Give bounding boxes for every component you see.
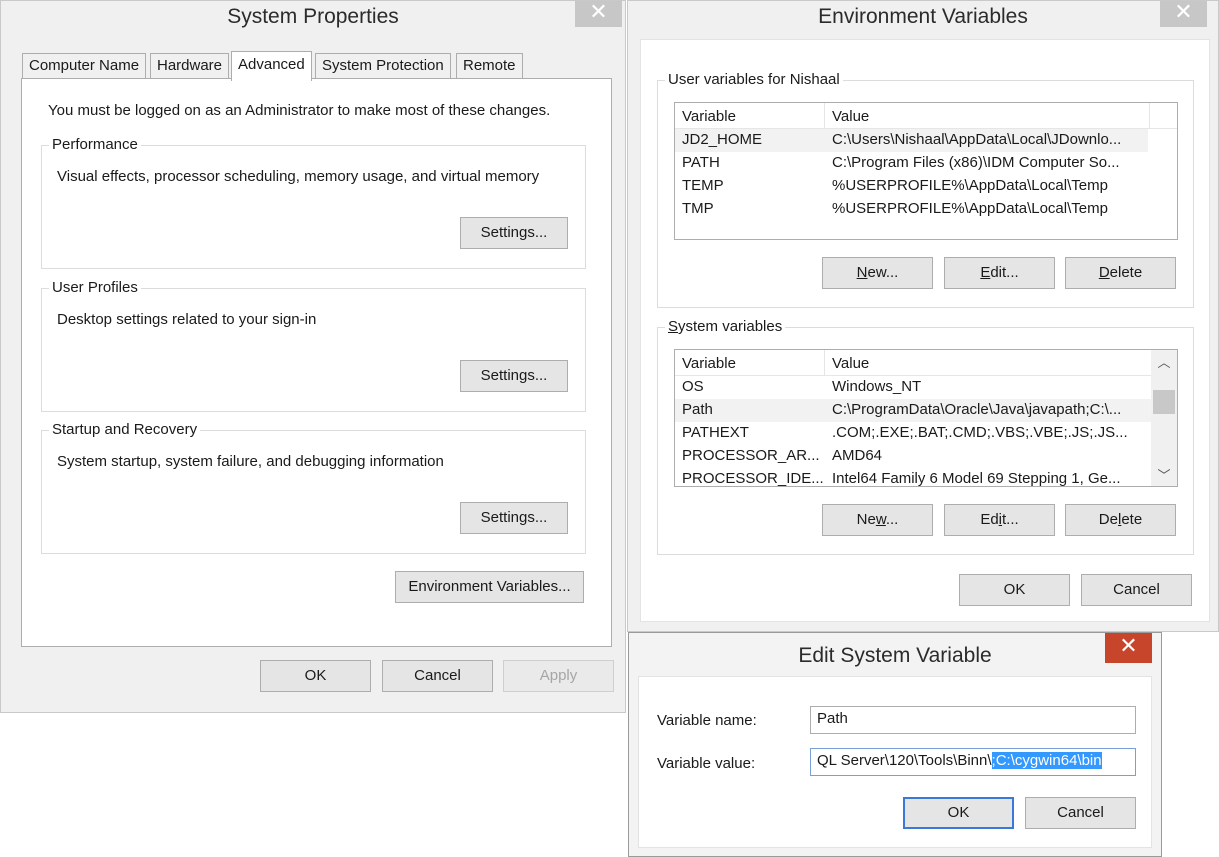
system-col-variable[interactable]: Variable — [682, 355, 736, 372]
performance-settings-button[interactable]: Settings... — [460, 217, 568, 249]
user-variables-label: User variables for Nishaal — [665, 71, 843, 88]
system-var-value: .COM;.EXE;.BAT;.CMD;.VBS;.VBE;.JS;.JS... — [832, 424, 1128, 441]
tab-advanced[interactable]: Advanced — [231, 51, 312, 81]
user-col-variable[interactable]: Variable — [682, 108, 736, 125]
tab-hardware[interactable]: Hardware — [150, 53, 230, 79]
user-variables-group: User variables for Nishaal Variable Valu… — [657, 71, 1194, 308]
system-var-name: PATHEXT — [682, 424, 749, 441]
variable-value-field[interactable]: QL Server\120\Tools\Binn\;C:\cygwin64\bi… — [810, 748, 1136, 776]
system-properties-window: System Properties ✕ Computer Name Hardwa… — [0, 0, 626, 713]
system-var-name: PROCESSOR_AR... — [682, 447, 820, 464]
user-variables-list[interactable]: Variable Value JD2_HOME C:\Users\Nishaal… — [674, 102, 1178, 240]
user-new-button[interactable]: New... — [822, 257, 933, 289]
variable-value-text: QL Server\120\Tools\Binn\ — [817, 752, 992, 769]
edit-system-variable-title: Edit System Variable — [798, 644, 992, 667]
startup-recovery-group: Startup and Recovery System startup, sys… — [41, 421, 586, 554]
edit-system-variable-window: Edit System Variable ✕ Variable name: Pa… — [628, 632, 1162, 857]
user-var-value: C:\Users\Nishaal\AppData\Local\JDownlo..… — [832, 131, 1122, 148]
system-delete-button[interactable]: Delete — [1065, 504, 1176, 536]
system-properties-ok-button[interactable]: OK — [260, 660, 371, 692]
system-variables-group: System variables Variable Value OS Windo… — [657, 318, 1194, 555]
system-var-value: Windows_NT — [832, 378, 922, 395]
user-var-row[interactable]: TMP %USERPROFILE%\AppData\Local\Temp — [675, 198, 1177, 221]
system-var-row[interactable]: PATHEXT .COM;.EXE;.BAT;.CMD;.VBS;.VBE;.J… — [675, 422, 1151, 445]
scroll-up-icon[interactable]: ︿ — [1151, 352, 1177, 371]
environment-variables-close-button[interactable]: ✕ — [1160, 1, 1207, 27]
variable-name-field[interactable]: Path — [810, 706, 1136, 734]
startup-recovery-label: Startup and Recovery — [49, 421, 201, 438]
system-variables-scrollbar[interactable]: ︿ ﹀ — [1151, 350, 1177, 486]
system-variables-label: System variables — [665, 318, 786, 335]
system-var-name: OS — [682, 378, 704, 395]
system-var-row-selected[interactable]: Path C:\ProgramData\Oracle\Java\javapath… — [675, 399, 1151, 422]
user-var-name: TEMP — [682, 177, 724, 194]
tab-system-protection[interactable]: System Protection — [315, 53, 451, 79]
user-var-value: C:\Program Files (x86)\IDM Computer So..… — [832, 154, 1120, 171]
user-var-row[interactable]: PATH C:\Program Files (x86)\IDM Computer… — [675, 152, 1177, 175]
edit-system-variable-close-button[interactable]: ✕ — [1105, 633, 1152, 663]
environment-variables-ok-button[interactable]: OK — [959, 574, 1070, 606]
environment-variables-body: User variables for Nishaal Variable Valu… — [640, 39, 1210, 622]
system-var-value: Intel64 Family 6 Model 69 Stepping 1, Ge… — [832, 470, 1121, 487]
edit-system-variable-body: Variable name: Path Variable value: QL S… — [638, 676, 1152, 848]
scrollbar-thumb[interactable] — [1153, 390, 1175, 414]
system-variables-list[interactable]: Variable Value OS Windows_NT Path C:\Pro… — [674, 349, 1178, 487]
environment-variables-cancel-button[interactable]: Cancel — [1081, 574, 1192, 606]
tab-computer-name[interactable]: Computer Name — [22, 53, 147, 79]
user-profiles-description: Desktop settings related to your sign-in — [57, 311, 317, 328]
user-edit-button[interactable]: Edit... — [944, 257, 1055, 289]
user-var-name: TMP — [682, 200, 714, 217]
system-variables-header: Variable Value — [675, 350, 1151, 376]
user-profiles-settings-button[interactable]: Settings... — [460, 360, 568, 392]
user-var-row[interactable]: JD2_HOME C:\Users\Nishaal\AppData\Local\… — [675, 129, 1148, 152]
system-var-name: PROCESSOR_IDE... — [682, 470, 824, 487]
system-edit-button[interactable]: Edit... — [944, 504, 1055, 536]
system-properties-apply-button[interactable]: Apply — [503, 660, 614, 692]
environment-variables-title: Environment Variables — [818, 5, 1028, 28]
environment-variables-button[interactable]: Environment Variables... — [395, 571, 584, 603]
admin-notice: You must be logged on as an Administrato… — [48, 102, 551, 119]
system-new-button[interactable]: New... — [822, 504, 933, 536]
performance-label: Performance — [49, 136, 141, 153]
user-profiles-group: User Profiles Desktop settings related t… — [41, 279, 586, 412]
user-var-value: %USERPROFILE%\AppData\Local\Temp — [832, 177, 1108, 194]
startup-recovery-description: System startup, system failure, and debu… — [57, 453, 444, 470]
user-delete-button[interactable]: Delete — [1065, 257, 1176, 289]
startup-recovery-settings-button[interactable]: Settings... — [460, 502, 568, 534]
user-variables-header: Variable Value — [675, 103, 1177, 129]
variable-value-selection: ;C:\cygwin64\bin — [991, 752, 1102, 769]
system-var-value: C:\ProgramData\Oracle\Java\javapath;C:\.… — [832, 401, 1122, 418]
system-var-name: Path — [682, 401, 713, 418]
user-var-value: %USERPROFILE%\AppData\Local\Temp — [832, 200, 1108, 217]
performance-group: Performance Visual effects, processor sc… — [41, 136, 586, 269]
system-properties-close-button[interactable]: ✕ — [575, 1, 622, 27]
user-var-row[interactable]: TEMP %USERPROFILE%\AppData\Local\Temp — [675, 175, 1177, 198]
user-col-value[interactable]: Value — [832, 108, 869, 125]
user-var-name: PATH — [682, 154, 720, 171]
environment-variables-window: Environment Variables ✕ User variables f… — [627, 0, 1219, 632]
user-profiles-label: User Profiles — [49, 279, 141, 296]
variable-value-label: Variable value: — [657, 755, 756, 772]
scroll-down-icon[interactable]: ﹀ — [1151, 465, 1177, 484]
tab-remote[interactable]: Remote — [456, 53, 523, 79]
advanced-tab-panel: You must be logged on as an Administrato… — [21, 78, 612, 647]
system-col-value[interactable]: Value — [832, 355, 869, 372]
system-var-row[interactable]: PROCESSOR_AR... AMD64 — [675, 445, 1151, 468]
system-var-row[interactable]: OS Windows_NT — [675, 376, 1151, 399]
edit-variable-ok-button[interactable]: OK — [903, 797, 1014, 829]
system-properties-title: System Properties — [227, 5, 399, 28]
system-var-value: AMD64 — [832, 447, 883, 464]
variable-name-label: Variable name: — [657, 712, 757, 729]
edit-variable-cancel-button[interactable]: Cancel — [1025, 797, 1136, 829]
system-var-row[interactable]: PROCESSOR_IDE... Intel64 Family 6 Model … — [675, 468, 1151, 487]
user-var-name: JD2_HOME — [682, 131, 763, 148]
performance-description: Visual effects, processor scheduling, me… — [57, 168, 540, 185]
system-properties-cancel-button[interactable]: Cancel — [382, 660, 493, 692]
